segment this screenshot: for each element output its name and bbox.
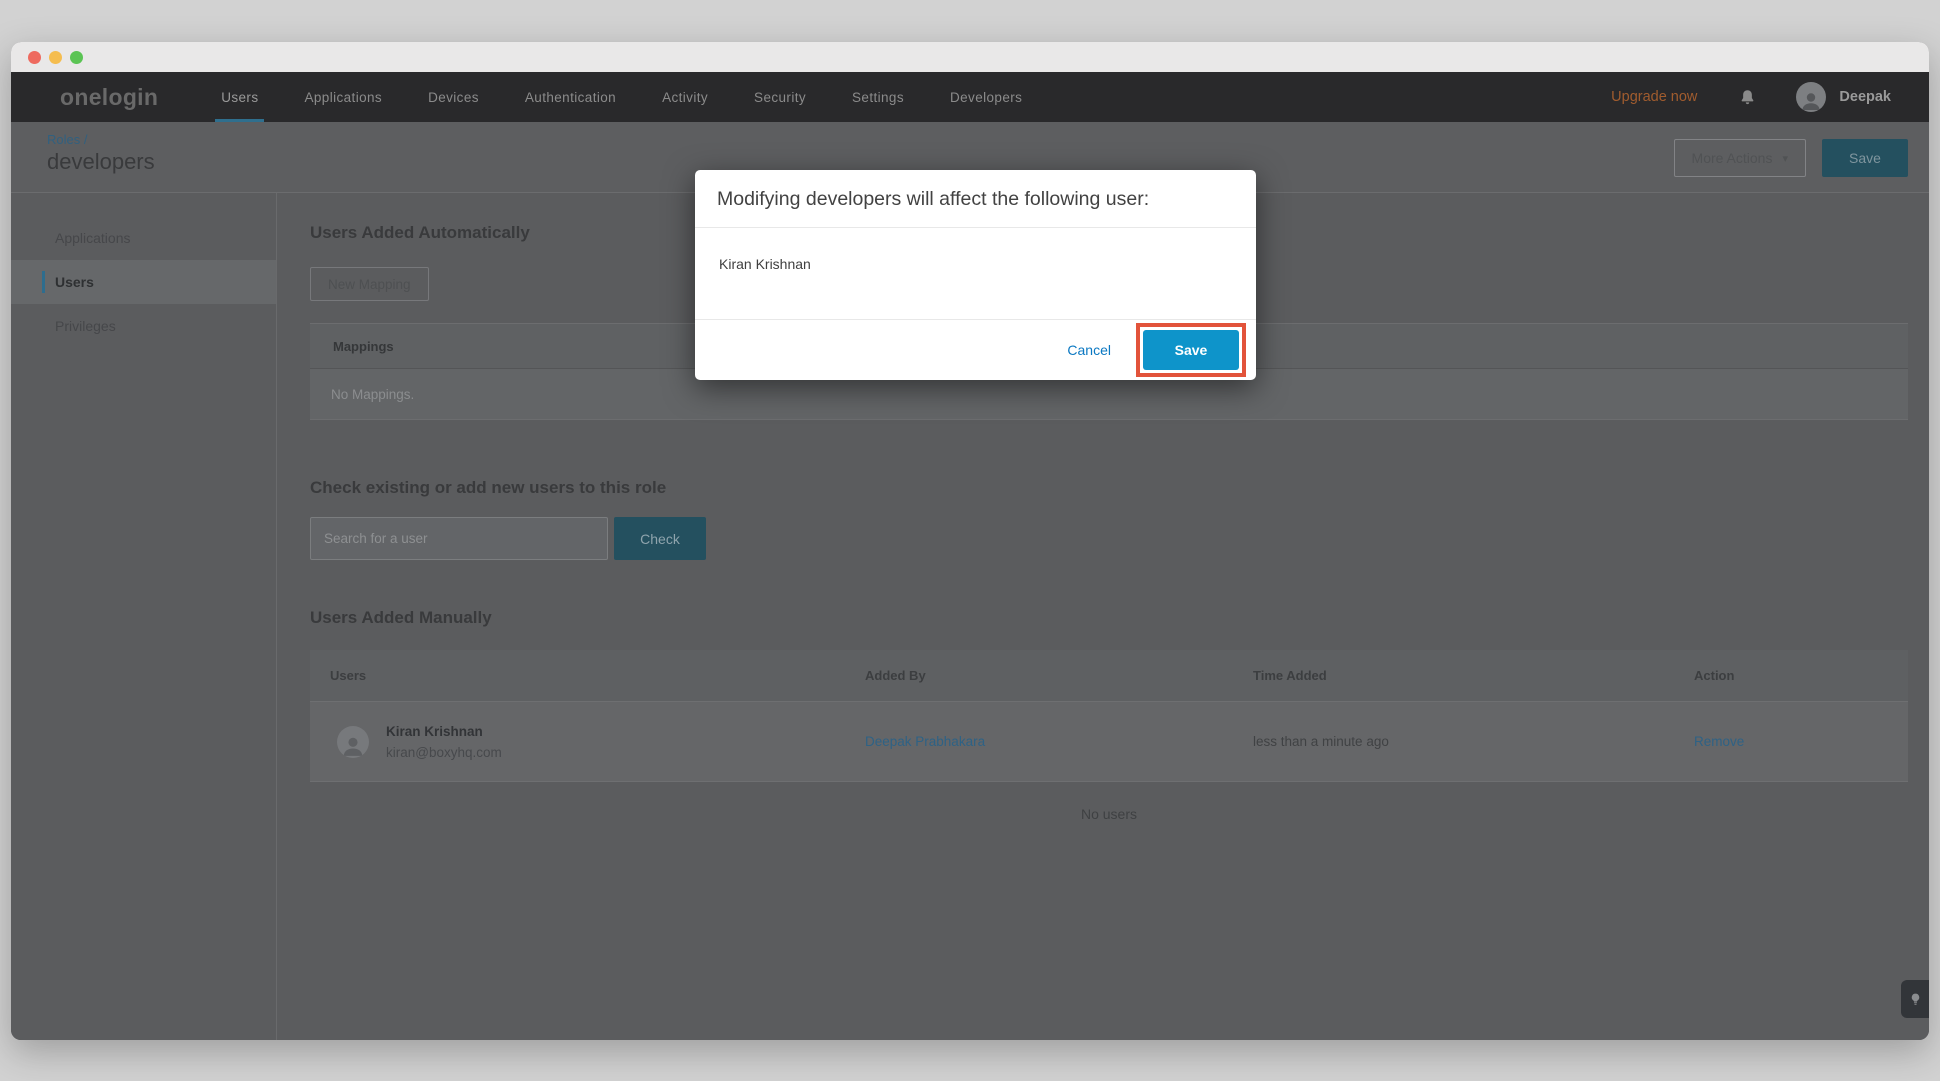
modal-save-button[interactable]: Save (1143, 330, 1239, 370)
remove-link[interactable]: Remove (1694, 734, 1744, 749)
more-actions-button[interactable]: More Actions ▾ (1674, 139, 1806, 177)
nav-item-users[interactable]: Users (198, 72, 281, 122)
person-icon (340, 732, 366, 758)
window-zoom-button[interactable] (70, 51, 83, 64)
save-highlight-annotation: Save (1136, 323, 1246, 377)
nav-item-developers[interactable]: Developers (927, 72, 1045, 122)
top-navbar: onelogin Users Applications Devices Auth… (11, 72, 1929, 122)
sidebar-item-users[interactable]: Users (11, 260, 276, 304)
time-added-value: less than a minute ago (1253, 734, 1694, 749)
manual-users-table: Users Added By Time Added Action Kiran K… (310, 650, 1908, 822)
window-minimize-button[interactable] (49, 51, 62, 64)
user-name: Kiran Krishnan (386, 724, 502, 739)
sidebar-item-privileges[interactable]: Privileges (11, 304, 276, 348)
modal-footer: Cancel Save (695, 320, 1256, 380)
manual-table-header: Users Added By Time Added Action (310, 650, 1908, 702)
confirm-modal: Modifying developers will affect the fol… (695, 170, 1256, 380)
added-by-link[interactable]: Deepak Prabhakara (865, 734, 985, 749)
modal-body-text: Kiran Krishnan (695, 228, 1256, 320)
nav-item-authentication[interactable]: Authentication (502, 72, 639, 122)
user-avatar[interactable] (1796, 82, 1826, 112)
user-email: kiran@boxyhq.com (386, 745, 502, 760)
onelogin-logo[interactable]: onelogin (60, 84, 158, 111)
sidebar-item-applications[interactable]: Applications (11, 216, 276, 260)
user-search-row: Check (310, 517, 1908, 560)
role-save-button[interactable]: Save (1822, 139, 1908, 177)
search-input[interactable] (310, 517, 608, 560)
nav-menu: Users Applications Devices Authenticatio… (198, 72, 1045, 122)
column-users: Users (330, 668, 865, 683)
table-row: Kiran Krishnan kiran@boxyhq.com Deepak P… (310, 702, 1908, 782)
column-time-added: Time Added (1253, 668, 1694, 683)
check-button[interactable]: Check (614, 517, 706, 560)
column-added-by: Added By (865, 668, 1253, 683)
role-sidebar: Applications Users Privileges (11, 193, 277, 1040)
page-title: developers (47, 149, 155, 175)
nav-item-settings[interactable]: Settings (829, 72, 927, 122)
user-meta: Kiran Krishnan kiran@boxyhq.com (386, 724, 502, 760)
window-close-button[interactable] (28, 51, 41, 64)
header-actions: More Actions ▾ Save (1674, 139, 1908, 177)
bell-icon[interactable] (1739, 89, 1756, 106)
nav-item-devices[interactable]: Devices (405, 72, 502, 122)
cancel-button[interactable]: Cancel (1061, 341, 1117, 359)
nav-item-applications[interactable]: Applications (281, 72, 405, 122)
column-action: Action (1694, 668, 1908, 683)
new-mapping-button[interactable]: New Mapping (310, 267, 429, 301)
chevron-down-icon: ▾ (1782, 152, 1788, 165)
manual-section-heading: Users Added Manually (310, 607, 1908, 629)
more-actions-label: More Actions (1692, 150, 1773, 166)
help-lightbulb-button[interactable] (1901, 980, 1929, 1018)
navbar-right: Upgrade now Deepak (1611, 82, 1891, 112)
check-section-heading: Check existing or add new users to this … (310, 477, 1908, 499)
user-name-label[interactable]: Deepak (1839, 89, 1891, 105)
breadcrumb[interactable]: Roles / (47, 132, 87, 147)
row-avatar (337, 726, 369, 758)
nav-item-activity[interactable]: Activity (639, 72, 731, 122)
user-cell: Kiran Krishnan kiran@boxyhq.com (330, 724, 865, 760)
lightbulb-icon (1909, 993, 1922, 1006)
modal-title: Modifying developers will affect the fol… (695, 170, 1256, 228)
person-icon (1799, 88, 1823, 112)
window-titlebar (11, 42, 1929, 72)
upgrade-now-link[interactable]: Upgrade now (1611, 89, 1697, 105)
no-users-text: No users (310, 782, 1908, 822)
nav-item-security[interactable]: Security (731, 72, 829, 122)
